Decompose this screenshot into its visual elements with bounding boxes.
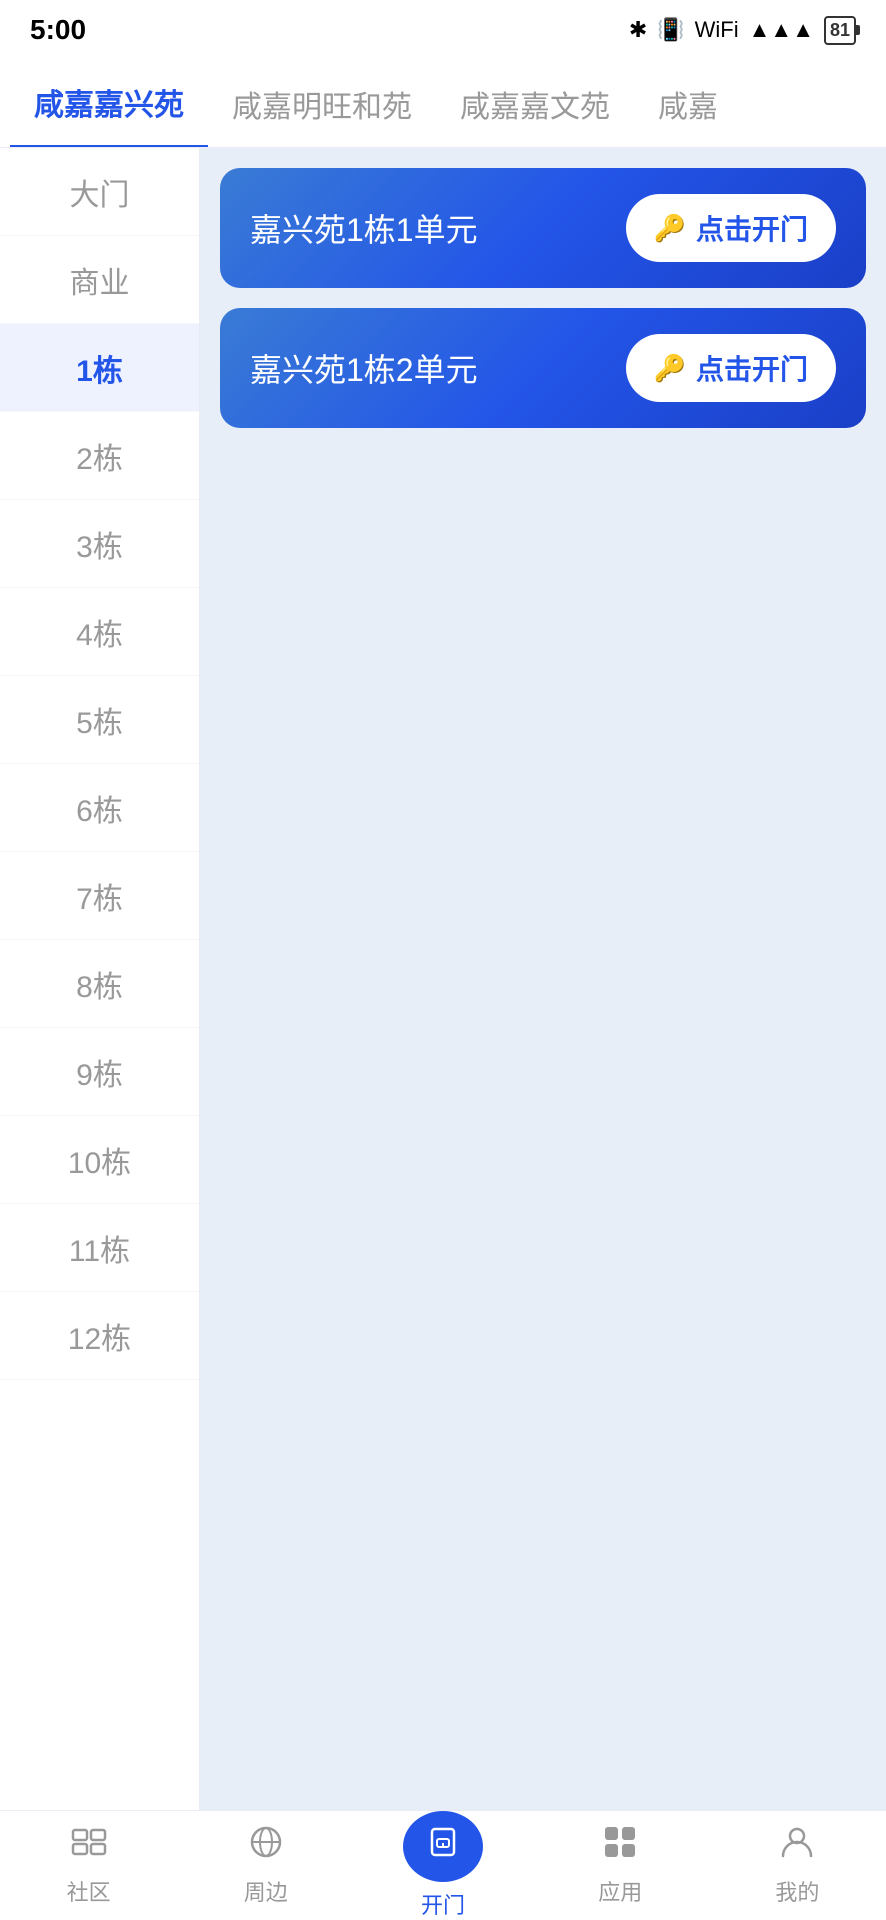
key-icon-2: 🔑 [654,353,686,384]
sidebar-item-11dong[interactable]: 11栋 [0,1204,199,1292]
opendoor-icon [424,1823,462,1871]
mine-icon [779,1824,815,1869]
nav-community[interactable]: 社区 [0,1811,177,1920]
nearby-icon [248,1824,284,1869]
door-card-2-title: 嘉兴苑1栋2单元 [250,345,478,391]
sidebar-item-6dong[interactable]: 6栋 [0,764,199,852]
bottom-nav: 社区 周边 开门 [0,1810,886,1920]
status-icons: ✱ 📳 WiFi ▲▲▲ 81 [629,16,856,45]
main-content: 大门 商业 1栋 2栋 3栋 4栋 5栋 6栋 7栋 8栋 9栋 10栋 11栋… [0,148,886,1810]
mine-label: 我的 [775,1875,819,1907]
sidebar-item-2dong[interactable]: 2栋 [0,412,199,500]
sidebar-item-damen[interactable]: 大门 [0,148,199,236]
tab-jiawenyuan[interactable]: 咸嘉嘉文苑 [436,60,634,148]
sidebar-item-4dong[interactable]: 4栋 [0,588,199,676]
nearby-label: 周边 [244,1875,288,1907]
status-time: 5:00 [30,14,86,46]
opendoor-label: 开门 [421,1888,465,1920]
nav-nearby[interactable]: 周边 [177,1811,354,1920]
apps-label: 应用 [598,1875,642,1907]
open-door-btn-1[interactable]: 🔑 点击开门 [626,194,836,262]
tab-jiaxing[interactable]: 咸嘉嘉兴苑 [10,60,208,148]
community-label: 社区 [67,1875,111,1907]
door-card-2: 嘉兴苑1栋2单元 🔑 点击开门 [220,308,866,428]
open-door-btn-2[interactable]: 🔑 点击开门 [626,334,836,402]
top-tab-bar: 咸嘉嘉兴苑 咸嘉明旺和苑 咸嘉嘉文苑 咸嘉 [0,60,886,148]
status-bar: 5:00 ✱ 📳 WiFi ▲▲▲ 81 [0,0,886,60]
opendoor-center-btn[interactable] [403,1811,483,1882]
sidebar-item-8dong[interactable]: 8栋 [0,940,199,1028]
nav-mine[interactable]: 我的 [709,1811,886,1920]
vibrate-icon: 📳 [657,17,684,43]
sidebar-item-3dong[interactable]: 3栋 [0,500,199,588]
key-icon-1: 🔑 [654,213,686,244]
right-content: 嘉兴苑1栋1单元 🔑 点击开门 嘉兴苑1栋2单元 🔑 点击开门 [200,148,886,1810]
bluetooth-icon: ✱ [629,17,647,43]
door-card-1-title: 嘉兴苑1栋1单元 [250,205,478,251]
sidebar-item-12dong[interactable]: 12栋 [0,1292,199,1380]
left-sidebar: 大门 商业 1栋 2栋 3栋 4栋 5栋 6栋 7栋 8栋 9栋 10栋 11栋… [0,148,200,1810]
sidebar-item-9dong[interactable]: 9栋 [0,1028,199,1116]
nav-apps[interactable]: 应用 [532,1811,709,1920]
battery-indicator: 81 [824,16,856,45]
sidebar-item-1dong[interactable]: 1栋 [0,324,199,412]
tab-mingwang[interactable]: 咸嘉明旺和苑 [208,60,436,148]
sidebar-item-5dong[interactable]: 5栋 [0,676,199,764]
wifi-icon: WiFi [695,17,739,43]
tab-xian4[interactable]: 咸嘉 [634,60,742,148]
door-card-1: 嘉兴苑1栋1单元 🔑 点击开门 [220,168,866,288]
sidebar-item-7dong[interactable]: 7栋 [0,852,199,940]
open-door-btn-1-label: 点击开门 [696,208,808,248]
apps-icon [602,1824,638,1869]
signal-icon: ▲▲▲ [749,17,814,43]
community-icon [71,1824,107,1869]
open-door-btn-2-label: 点击开门 [696,348,808,388]
sidebar-item-10dong[interactable]: 10栋 [0,1116,199,1204]
sidebar-item-shangye[interactable]: 商业 [0,236,199,324]
nav-opendoor[interactable]: 开门 [354,1811,531,1920]
